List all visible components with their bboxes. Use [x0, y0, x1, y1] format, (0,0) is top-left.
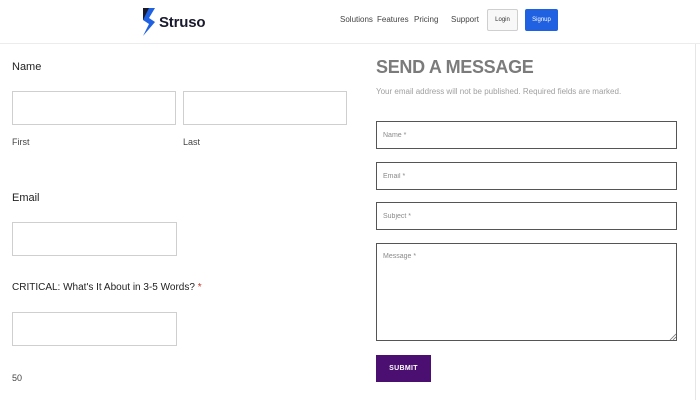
signup-button[interactable]: Signup — [525, 9, 558, 31]
submit-button[interactable]: SUBMIT — [376, 355, 431, 382]
email-label: Email — [12, 192, 40, 204]
contact-name-input[interactable] — [376, 121, 677, 149]
logo-text: Struso — [159, 13, 206, 31]
login-button[interactable]: Login — [487, 9, 518, 31]
last-sublabel: Last — [183, 137, 201, 147]
nav-pricing[interactable]: Pricing — [414, 15, 438, 24]
contact-form-description: Your email address will not be published… — [376, 87, 622, 96]
contact-subject-input[interactable] — [376, 202, 677, 230]
nav-features[interactable]: Features — [377, 15, 409, 24]
contact-form-title: SEND A MESSAGE — [376, 57, 534, 77]
nav-solutions[interactable]: Solutions — [340, 15, 373, 24]
contact-email-input[interactable] — [376, 162, 677, 190]
nav-support[interactable]: Support — [451, 15, 479, 24]
site-header: Struso Solutions Features Pricing Suppor… — [0, 0, 700, 44]
first-sublabel: First — [12, 137, 30, 147]
resize-grip-icon[interactable] — [669, 333, 676, 340]
contact-message-textarea[interactable] — [376, 243, 677, 341]
logo[interactable]: Struso — [141, 8, 206, 36]
page-edge-divider — [695, 44, 696, 400]
critical-label-text: CRITICAL: What's It About in 3-5 Words? — [12, 282, 195, 293]
email-input[interactable] — [12, 222, 177, 256]
required-marker: * — [197, 282, 202, 293]
first-name-input[interactable] — [12, 91, 176, 125]
critical-input[interactable] — [12, 312, 177, 346]
name-label: Name — [12, 61, 42, 73]
char-count: 50 — [12, 373, 23, 383]
logo-mark-icon — [143, 8, 155, 36]
critical-label: CRITICAL: What's It About in 3-5 Words? … — [12, 282, 202, 293]
last-name-input[interactable] — [183, 91, 347, 125]
